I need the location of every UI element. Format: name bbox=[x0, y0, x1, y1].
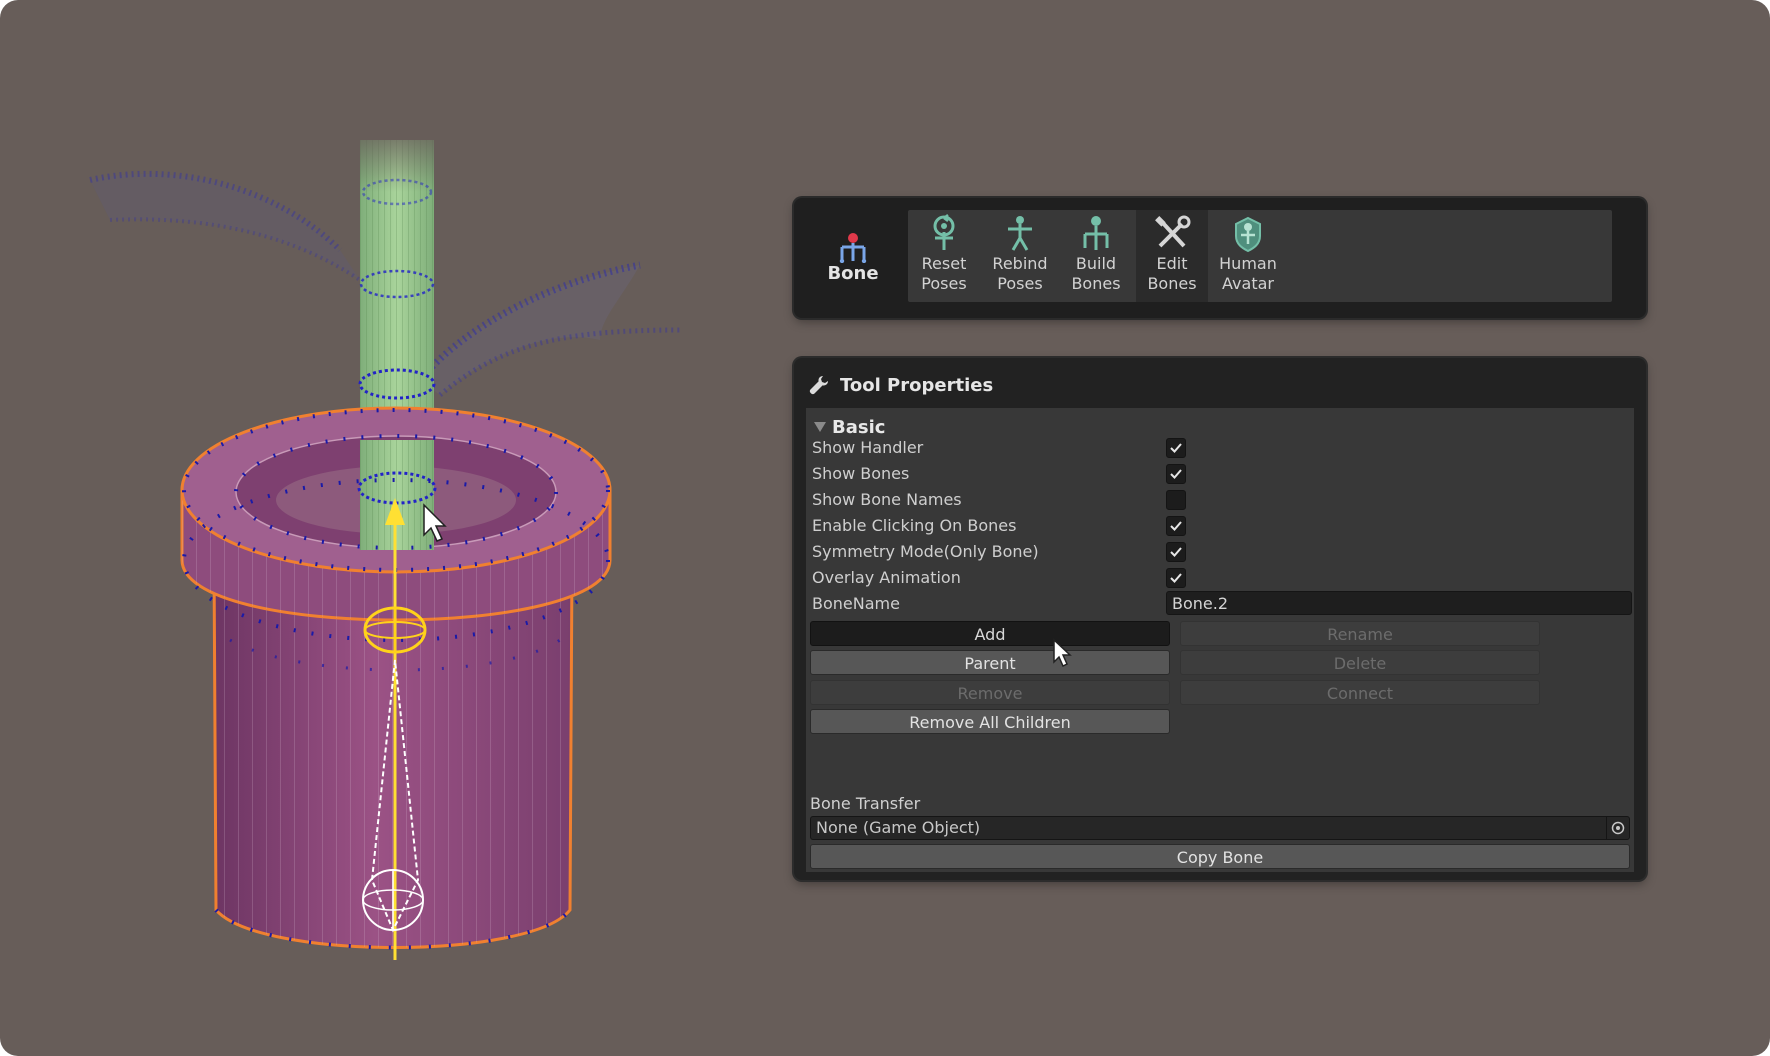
build-bones-button[interactable]: Build Bones bbox=[1060, 210, 1132, 302]
triangle-down-icon bbox=[814, 422, 826, 432]
remove-all-children-button[interactable]: Remove All Children bbox=[810, 709, 1170, 734]
bone-name-row: BoneName Bone.2 bbox=[806, 590, 1634, 618]
show-bones-checkbox[interactable] bbox=[1166, 464, 1186, 484]
edit-bones-label: Edit Bones bbox=[1147, 254, 1197, 293]
rebind-poses-label: Rebind Poses bbox=[992, 254, 1048, 293]
check-icon bbox=[1170, 469, 1182, 479]
check-icon bbox=[1170, 443, 1182, 453]
panel-body: Basic Show Handler Show Bones Show Bone … bbox=[806, 408, 1634, 872]
panel-header: Tool Properties bbox=[808, 370, 993, 400]
bone-toolbar: Bone Reset Poses Rebind Poses Build Bone… bbox=[794, 198, 1646, 318]
overlay-animation-checkbox[interactable] bbox=[1166, 568, 1186, 588]
reset-poses-label: Reset Poses bbox=[921, 254, 967, 293]
bone-transfer-object-field[interactable]: None (Game Object) bbox=[810, 816, 1630, 840]
bone-mode-label: Bone bbox=[827, 262, 879, 284]
option-label: Symmetry Mode(Only Bone) bbox=[812, 542, 1039, 561]
delete-button[interactable]: Delete bbox=[1180, 650, 1540, 675]
tool-properties-panel: Tool Properties Basic Show Handler Show … bbox=[794, 358, 1646, 880]
remove-button[interactable]: Remove bbox=[810, 680, 1170, 705]
symmetry-mode-checkbox[interactable] bbox=[1166, 542, 1186, 562]
option-show-bones: Show Bones bbox=[806, 460, 1634, 488]
option-label: Overlay Animation bbox=[812, 568, 961, 587]
bone-mode-icon bbox=[839, 232, 867, 263]
bone-transfer-label: Bone Transfer bbox=[810, 794, 921, 813]
cursor-icon bbox=[1053, 638, 1072, 668]
enable-clicking-checkbox[interactable] bbox=[1166, 516, 1186, 536]
rename-button[interactable]: Rename bbox=[1180, 621, 1540, 646]
option-overlay-animation: Overlay Animation bbox=[806, 564, 1634, 592]
option-label: Show Handler bbox=[812, 438, 924, 457]
rebind-poses-button[interactable]: Rebind Poses bbox=[984, 210, 1056, 302]
leaf-left bbox=[89, 170, 362, 282]
human-avatar-label: Human Avatar bbox=[1219, 254, 1277, 293]
object-field-value: None (Game Object) bbox=[816, 818, 981, 837]
check-icon bbox=[1170, 573, 1182, 583]
human-avatar-icon bbox=[1235, 216, 1261, 253]
object-picker-button[interactable] bbox=[1606, 817, 1629, 839]
app-window: Bone Reset Poses Rebind Poses Build Bone… bbox=[0, 0, 1770, 1056]
reset-poses-icon bbox=[933, 214, 955, 250]
human-avatar-button[interactable]: Human Avatar bbox=[1212, 210, 1284, 302]
connect-button[interactable]: Connect bbox=[1180, 680, 1540, 705]
leaf-right bbox=[417, 261, 681, 397]
wrench-icon bbox=[809, 376, 828, 395]
add-button[interactable]: Add bbox=[810, 621, 1170, 646]
option-label: Show Bone Names bbox=[812, 490, 962, 509]
tool-strip: Reset Poses Rebind Poses Build Bones Edi… bbox=[908, 210, 1612, 302]
option-enable-clicking: Enable Clicking On Bones bbox=[806, 512, 1634, 540]
copy-bone-button[interactable]: Copy Bone bbox=[810, 844, 1630, 869]
option-symmetry-mode: Symmetry Mode(Only Bone) bbox=[806, 538, 1634, 566]
bone-name-label: BoneName bbox=[812, 594, 900, 613]
edit-bones-icon bbox=[1155, 215, 1191, 248]
edit-bones-button[interactable]: Edit Bones bbox=[1136, 210, 1208, 302]
parent-button[interactable]: Parent bbox=[810, 650, 1170, 675]
reset-poses-button[interactable]: Reset Poses bbox=[908, 210, 980, 302]
check-icon bbox=[1170, 547, 1182, 557]
build-bones-label: Build Bones bbox=[1071, 254, 1121, 293]
option-label: Enable Clicking On Bones bbox=[812, 516, 1017, 535]
target-icon bbox=[1611, 821, 1625, 835]
option-show-bone-names: Show Bone Names bbox=[806, 486, 1634, 514]
rebind-poses-icon bbox=[1008, 216, 1032, 251]
panel-title: Tool Properties bbox=[840, 374, 994, 396]
bone-mode-button[interactable]: Bone bbox=[812, 210, 894, 304]
show-bone-names-checkbox[interactable] bbox=[1166, 490, 1186, 510]
build-bones-icon bbox=[1083, 216, 1109, 250]
bone-name-input[interactable]: Bone.2 bbox=[1166, 591, 1632, 615]
option-label: Show Bones bbox=[812, 464, 910, 483]
show-handler-checkbox[interactable] bbox=[1166, 438, 1186, 458]
check-icon bbox=[1170, 521, 1182, 531]
option-show-handler: Show Handler bbox=[806, 434, 1634, 462]
